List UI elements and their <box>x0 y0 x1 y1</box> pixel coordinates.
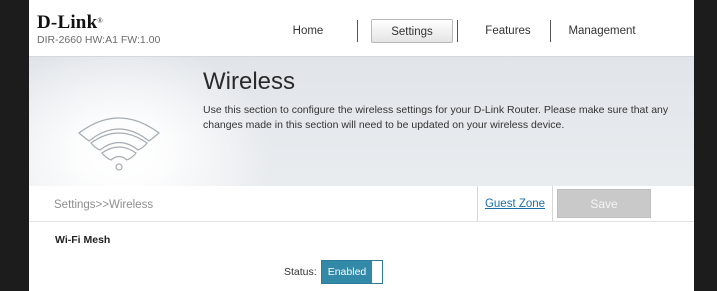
nav-settings[interactable]: Settings <box>371 19 453 43</box>
nav-divider <box>357 20 358 42</box>
model-info: DIR-2660 HW:A1 FW:1.00 <box>37 34 161 46</box>
router-admin-window: D-Link® DIR-2660 HW:A1 FW:1.00 Home Sett… <box>29 0 694 291</box>
nav-home[interactable]: Home <box>277 19 339 43</box>
nav-divider <box>457 20 458 42</box>
top-header: D-Link® DIR-2660 HW:A1 FW:1.00 Home Sett… <box>29 0 694 56</box>
breadcrumb: Settings>>Wireless <box>54 199 154 211</box>
wifi-mesh-section: Wi-Fi Mesh Status: Enabled <box>29 223 694 291</box>
guest-zone-link[interactable]: Guest Zone <box>477 186 553 221</box>
save-button[interactable]: Save <box>557 189 651 218</box>
wifi-icon <box>78 117 160 171</box>
page-title: Wireless <box>203 68 296 95</box>
status-label: Status: <box>284 266 317 278</box>
page-banner: Wireless Use this section to configure t… <box>29 56 694 186</box>
dlink-logo: D-Link® <box>37 12 103 33</box>
nav-management[interactable]: Management <box>557 19 647 43</box>
section-title: Wi-Fi Mesh <box>55 234 111 246</box>
page-description: Use this section to configure the wirele… <box>203 104 669 131</box>
breadcrumb-bar: Settings>>Wireless Guest Zone Save <box>29 186 694 222</box>
status-toggle[interactable]: Enabled <box>321 260 383 284</box>
nav-features[interactable]: Features <box>473 19 543 43</box>
toggle-enabled-label: Enabled <box>322 261 372 283</box>
nav-divider <box>550 20 551 42</box>
